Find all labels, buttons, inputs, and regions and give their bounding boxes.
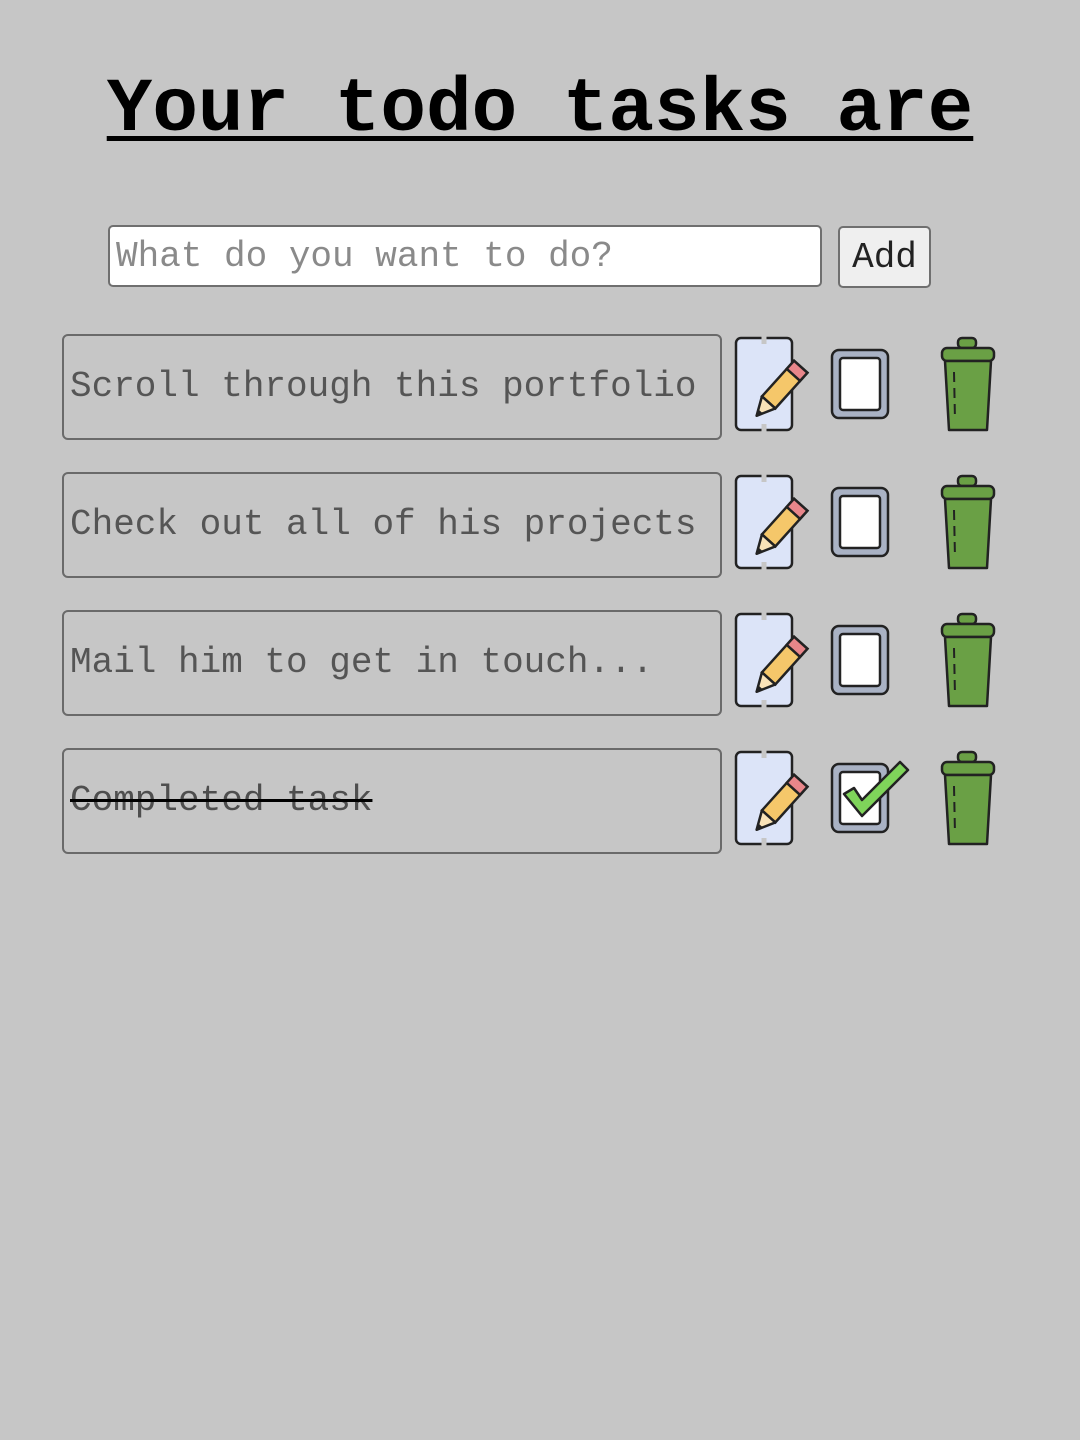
task-text[interactable]: Mail him to get in touch... (62, 610, 722, 716)
edit-task-button[interactable] (734, 610, 812, 716)
checkbox-checked-icon (830, 748, 912, 854)
task-row: Completed task (62, 748, 1012, 854)
pencil-icon (734, 472, 812, 578)
task-row: Mail him to get in touch... (62, 610, 1012, 716)
delete-task-button[interactable] (936, 334, 1000, 440)
edit-task-button[interactable] (734, 472, 812, 578)
complete-task-checkbox[interactable] (830, 610, 912, 716)
complete-task-checkbox[interactable] (830, 472, 912, 578)
task-text[interactable]: Scroll through this portfolio (62, 334, 722, 440)
task-row: Check out all of his projects (62, 472, 1012, 578)
task-list: Scroll through this portfolio Check out … (0, 0, 1080, 1440)
todo-page: Your todo tasks are Add Scroll through t… (0, 0, 1080, 1440)
trash-icon (936, 334, 1000, 440)
task-text[interactable]: Check out all of his projects (62, 472, 722, 578)
edit-task-button[interactable] (734, 334, 812, 440)
complete-task-checkbox[interactable] (830, 748, 912, 854)
checkbox-icon (830, 334, 912, 440)
trash-icon (936, 610, 1000, 716)
delete-task-button[interactable] (936, 472, 1000, 578)
trash-icon (936, 748, 1000, 854)
checkbox-icon (830, 472, 912, 578)
pencil-icon (734, 610, 812, 716)
delete-task-button[interactable] (936, 610, 1000, 716)
pencil-icon (734, 748, 812, 854)
delete-task-button[interactable] (936, 748, 1000, 854)
edit-task-button[interactable] (734, 748, 812, 854)
task-text[interactable]: Completed task (62, 748, 722, 854)
checkbox-icon (830, 610, 912, 716)
pencil-icon (734, 334, 812, 440)
trash-icon (936, 472, 1000, 578)
complete-task-checkbox[interactable] (830, 334, 912, 440)
task-row: Scroll through this portfolio (62, 334, 1012, 440)
